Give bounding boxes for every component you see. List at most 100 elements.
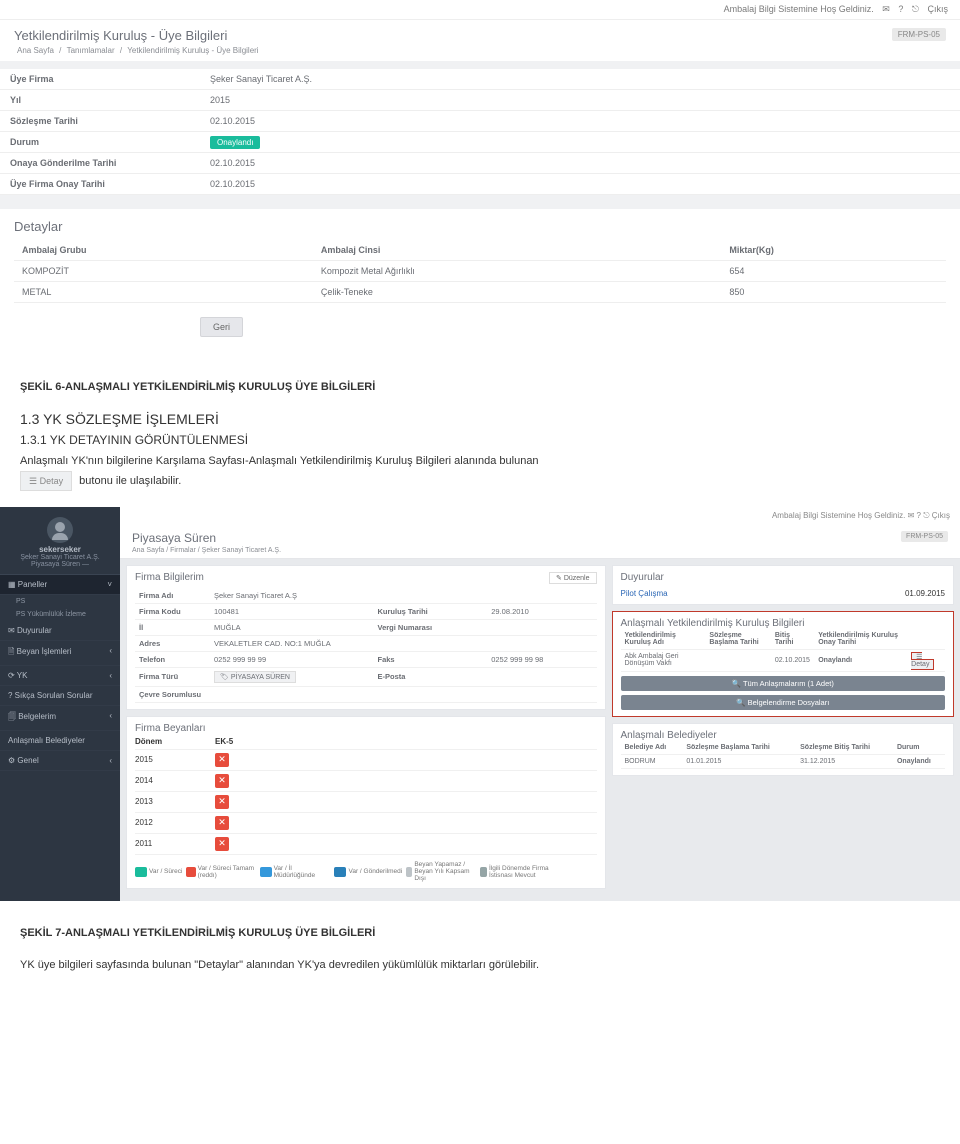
sidebar-item-anl-bel[interactable]: Anlaşmalı Belediyeler (0, 731, 120, 751)
all-agreements-bar[interactable]: 🔍 Tüm Anlaşmalarım (1 Adet) (621, 676, 946, 691)
title-bar: FRM-PS-05 Yetkilendirilmiş Kuruluş - Üye… (0, 20, 960, 61)
lbl-durum: Durum (0, 132, 200, 153)
screenshot-1: Ambalaj Bilgi Sistemine Hoş Geldiniz. ✉ … (0, 0, 960, 355)
help-icon[interactable]: ? (898, 4, 903, 14)
user-company: Şeker Sanayi Ticaret A.Ş. (0, 554, 120, 561)
breadcrumb-2: Ana Sayfa / Firmalar / Şeker Sanayi Tica… (132, 547, 281, 554)
sidebar-sub-ps[interactable]: PS (0, 595, 120, 608)
bel-row: BODRUM 01.01.2015 31.12.2015 Onaylandı (621, 754, 946, 768)
lbl-yil: Yıl (0, 90, 200, 111)
paragraph-1: Anlaşmalı YK'nın bilgilerine Karşılama S… (20, 453, 940, 491)
col-grup: Ambalaj Grubu (14, 240, 313, 261)
main-area: Ambalaj Bilgi Sistemine Hoş Geldiniz. ✉ … (120, 507, 960, 901)
logout-text[interactable]: Çıkış (932, 511, 950, 520)
breadcrumb-home[interactable]: Ana Sayfa (17, 46, 54, 55)
anl-bel-title: Anlaşmalı Belediyeler (621, 730, 946, 741)
duyuru-title: Duyurular (621, 572, 946, 583)
eks-status-icon[interactable]: ✕ (215, 774, 229, 788)
lbl-uye-firma: Üye Firma (0, 69, 200, 90)
beyan-row: 2014✕ (135, 771, 597, 792)
sidebar-item-yk[interactable]: ⟳ YK ‹ (0, 666, 120, 686)
eks-status-icon[interactable]: ✕ (215, 795, 229, 809)
yk-title: Anlaşmalı Yetkilendirilmiş Kuruluş Bilgi… (621, 618, 946, 629)
yk-card: Anlaşmalı Yetkilendirilmiş Kuruluş Bilgi… (612, 611, 955, 717)
sidebar-user: sekerseker Şeker Sanayi Ticaret A.Ş. Piy… (0, 517, 120, 575)
details-panel: Detaylar Ambalaj Grubu Ambalaj Cinsi Mik… (0, 209, 960, 307)
sidebar-item-genel[interactable]: ⚙ Genel ‹ (0, 751, 120, 771)
page-key-2: FRM-PS-05 (901, 531, 948, 542)
top-bar: Ambalaj Bilgi Sistemine Hoş Geldiniz. ✉ … (0, 0, 960, 20)
yk-row: Abk Ambalaj Geri Dönüşüm Vakfı 02.10.201… (621, 649, 946, 671)
table-row: KOMPOZİT Kompozit Metal Ağırlıklı 654 (14, 261, 946, 282)
legend: Var / Süreci Var / Süreci Tamam (reddı) … (135, 861, 597, 882)
breadcrumb-current: Yetkilendirilmiş Kuruluş - Üye Bilgileri (127, 46, 258, 55)
val-sozlesme: 02.10.2015 (200, 111, 960, 132)
mail-icon[interactable]: ✉ (908, 511, 917, 520)
page-key-badge: FRM-PS-05 (892, 28, 946, 41)
welcome-text: Ambalaj Bilgi Sistemine Hoş Geldiniz. (724, 4, 874, 14)
sidebar-sub-psyuk[interactable]: PS Yükümlülük İzleme (0, 608, 120, 621)
edit-button[interactable]: ✎ Düzenle (549, 572, 597, 584)
logout-icon[interactable]: ⎋ (912, 4, 919, 14)
details-title: Detaylar (14, 219, 946, 234)
info-table: Üye FirmaŞeker Sanayi Ticaret A.Ş. Yıl20… (0, 69, 960, 195)
breadcrumb: Ana Sayfa / Tanımlamalar / Yetkilendiril… (14, 46, 946, 55)
figure-6-caption: ŞEKİL 6-ANLAŞMALI YETKİLENDİRİLMİŞ KURUL… (20, 381, 940, 393)
details-table: Ambalaj Grubu Ambalaj Cinsi Miktar(Kg) K… (14, 240, 946, 303)
user-role: Piyasaya Süren — (0, 561, 120, 568)
list-icon: ☰ (29, 476, 37, 486)
beyan-row: 2013✕ (135, 792, 597, 813)
col-cins: Ambalaj Cinsi (313, 240, 722, 261)
page-title: Yetkilendirilmiş Kuruluş - Üye Bilgileri (14, 28, 946, 43)
info-panel: Üye FirmaŞeker Sanayi Ticaret A.Ş. Yıl20… (0, 69, 960, 195)
user-name: sekerseker (0, 545, 120, 554)
sidebar-item-paneller[interactable]: ▦ Paneller ˅ (0, 575, 120, 595)
help-icon[interactable]: ? (917, 511, 921, 520)
val-uye-firma: Şeker Sanayi Ticaret A.Ş. (200, 69, 960, 90)
duyuru-date: 01.09.2015 (905, 589, 945, 598)
sidebar: sekerseker Şeker Sanayi Ticaret A.Ş. Piy… (0, 507, 120, 901)
avatar-icon (47, 517, 73, 543)
screenshot-2: sekerseker Şeker Sanayi Ticaret A.Ş. Piy… (0, 507, 960, 901)
mail-icon[interactable]: ✉ (882, 4, 890, 14)
anl-bel-card: Anlaşmalı Belediyeler Belediye Adı Sözle… (612, 723, 955, 776)
col-miktar: Miktar(Kg) (721, 240, 946, 261)
breadcrumb-defs[interactable]: Tanımlamalar (67, 46, 115, 55)
eks-status-icon[interactable]: ✕ (215, 753, 229, 767)
logout-text[interactable]: Çıkış (927, 4, 948, 14)
duyuru-link[interactable]: Pilot Çalışma (621, 589, 668, 598)
bel-name-link[interactable]: BODRUM (621, 754, 683, 768)
page-title-2: Piyasaya Süren (132, 531, 281, 545)
sidebar-item-duyurular[interactable]: ✉ Duyurular (0, 621, 120, 641)
val-uye-onay: 02.10.2015 (200, 174, 960, 195)
docs-bar[interactable]: 🔍 Belgelendirme Dosyaları (621, 695, 946, 710)
back-button[interactable]: Geri (200, 317, 243, 337)
status-badge: Onaylandı (210, 136, 260, 149)
beyan-row: 2012✕ (135, 813, 597, 834)
sidebar-item-belgelerim[interactable]: 🗐 Belgelerim ‹ (0, 706, 120, 731)
val-yil: 2015 (200, 90, 960, 111)
detay-button-image: ☰ Detay (20, 471, 72, 491)
val-onay-gonder: 02.10.2015 (200, 153, 960, 174)
firma-beyanlari-card: Firma Beyanları Dönem EK-5 2015✕ 2014✕ 2… (126, 716, 606, 889)
lbl-sozlesme: Sözleşme Tarihi (0, 111, 200, 132)
yk-name-link[interactable]: Abk Ambalaj Geri Dönüşüm Vakfı (621, 649, 706, 671)
logout-icon[interactable]: ⎋ (923, 511, 932, 520)
page-header: Piyasaya Süren Ana Sayfa / Firmalar / Şe… (120, 525, 960, 559)
lbl-uye-onay: Üye Firma Onay Tarihi (0, 174, 200, 195)
eks-status-icon[interactable]: ✕ (215, 837, 229, 851)
sidebar-item-sss[interactable]: ? Sıkça Sorulan Sorular (0, 686, 120, 706)
firma-card-title: Firma Bilgilerim (135, 572, 204, 584)
eks-status-icon[interactable]: ✕ (215, 816, 229, 830)
table-row: METAL Çelik-Teneke 850 (14, 282, 946, 303)
firma-turu-chip: 🏷 PİYASAYA SÜREN (214, 671, 296, 683)
sidebar-item-beyan[interactable]: 🗎 Beyan İşlemleri ‹ (0, 641, 120, 666)
beyan-card-title: Firma Beyanları (135, 723, 597, 734)
detay-button[interactable]: ☰ Detay (911, 652, 934, 670)
beyan-row: 2015✕ (135, 750, 597, 771)
firma-bilgilerim-card: Firma Bilgilerim ✎ Düzenle Firma AdıŞeke… (126, 565, 606, 710)
beyan-row: 2011✕ (135, 834, 597, 855)
heading-1-3-1: 1.3.1 YK DETAYININ GÖRÜNTÜLENMESİ (20, 433, 940, 447)
paragraph-2: YK üye bilgileri sayfasında bulunan "Det… (0, 939, 960, 1005)
lbl-onay-gonder: Onaya Gönderilme Tarihi (0, 153, 200, 174)
